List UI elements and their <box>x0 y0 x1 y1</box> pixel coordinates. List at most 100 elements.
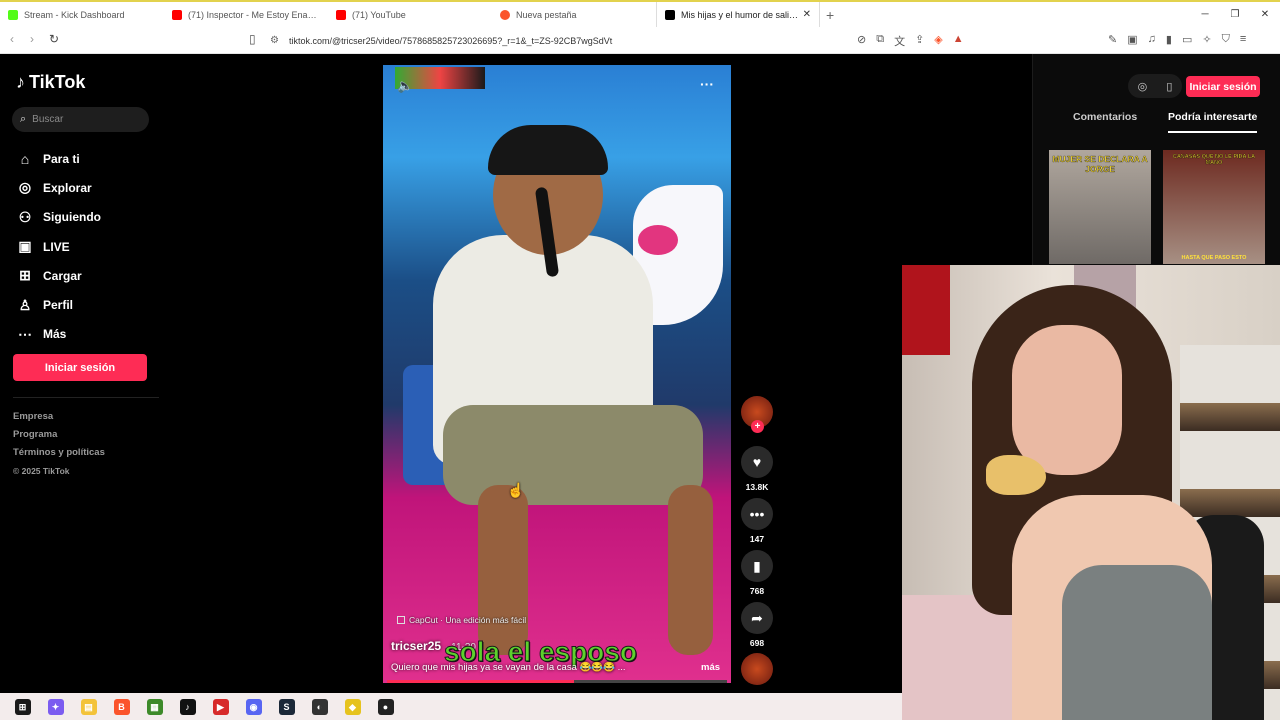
tab-title: (71) Inspector - Me Estoy Enamorando <box>188 9 320 20</box>
tiktok-note-icon: ♪ <box>16 72 25 92</box>
taskbar-app[interactable]: ◆ <box>336 693 369 720</box>
video-player[interactable] <box>383 65 731 683</box>
minecraft-icon: ▦ <box>146 698 163 715</box>
more-options-icon[interactable]: ··· <box>700 76 714 92</box>
save-button[interactable]: ▮ 768 <box>741 550 773 596</box>
sidebar-icon[interactable]: ▮ <box>1166 33 1172 46</box>
tab-comentarios[interactable]: Comentarios <box>1073 111 1137 123</box>
app-red-icon: ▶ <box>212 698 229 715</box>
video-progress-bar[interactable] <box>387 680 727 683</box>
minimize-icon[interactable]: ─ <box>1190 2 1220 27</box>
tiktok-logo[interactable]: ♪ TikTok <box>16 72 85 93</box>
sidebar-item-live[interactable]: ▣ LIVE <box>16 232 156 261</box>
wallet-icon[interactable]: ▭ <box>1182 33 1192 46</box>
extensions-icon[interactable]: ✎ <box>1108 33 1117 46</box>
taskbar-app[interactable]: ● <box>369 693 402 720</box>
browser-tab[interactable]: Nueva pestaña <box>492 2 656 27</box>
search-icon: ⌕ <box>20 113 27 125</box>
progress-fill <box>387 680 574 683</box>
login-button[interactable]: Iniciar sesión <box>13 354 147 381</box>
like-count: 13.8K <box>745 482 769 492</box>
more-icon: ⋯ <box>18 325 32 342</box>
restore-icon[interactable]: ❐ <box>1220 2 1250 27</box>
app-dark-icon: ◐ <box>311 698 328 715</box>
forward-icon[interactable]: › <box>30 32 34 46</box>
browser-tab[interactable]: (71) Inspector - Me Estoy Enamorando <box>164 2 328 27</box>
webcam-detail <box>1062 565 1212 720</box>
capcut-icon <box>397 616 405 624</box>
browser-tab-active[interactable]: Mis hijas y el humor de salir a ✕ <box>656 2 820 27</box>
share-icon[interactable]: ⇪ <box>915 33 924 49</box>
logo-text: TikTok <box>29 72 86 92</box>
browser-tab[interactable]: Stream - Kick Dashboard <box>0 2 164 27</box>
leo-ai-icon[interactable]: ✧ <box>1202 33 1211 46</box>
taskbar-app[interactable]: S <box>270 693 303 720</box>
footer-link-empresa[interactable]: Empresa <box>13 408 105 426</box>
obs-icon: ● <box>377 698 394 715</box>
taskbar-app[interactable]: ✦ <box>39 693 72 720</box>
sidebar-item-siguiendo[interactable]: ⚇ Siguiendo <box>16 203 156 232</box>
taskbar-app[interactable]: ▶ <box>204 693 237 720</box>
capcut-tag[interactable]: CapCut · Una edición más fácil <box>397 615 526 625</box>
volume-icon[interactable]: 🔈 <box>397 78 413 94</box>
recommended-video-thumbnail[interactable]: MUJER SE DECLARA A JORGE <box>1049 150 1151 264</box>
sidebar-item-para-ti[interactable]: ⌂ Para ti <box>16 144 156 173</box>
taskbar-app[interactable]: ♪ <box>171 693 204 720</box>
sidebar-item-label: LIVE <box>43 239 70 254</box>
follow-plus-icon[interactable]: + <box>751 420 764 433</box>
media-icon[interactable]: ♫ <box>1148 33 1156 46</box>
new-tab-icon[interactable]: + <box>826 7 834 23</box>
webcam-overlay <box>902 265 1280 720</box>
reader-icon[interactable]: ⊘ <box>857 33 866 49</box>
discord-icon: ◉ <box>245 698 262 715</box>
sidebar-item-cargar[interactable]: ⊞ Cargar <box>16 261 156 290</box>
vpn-icon[interactable]: ⛉ <box>1222 33 1230 46</box>
music-disc-avatar[interactable] <box>741 653 773 685</box>
login-button-top[interactable]: Iniciar sesión <box>1186 76 1260 97</box>
site-info-icon[interactable]: ⚙ <box>270 35 279 46</box>
explore-icon[interactable]: ◎ <box>1138 80 1148 93</box>
taskbar-app[interactable]: ▦ <box>138 693 171 720</box>
sidebar-item-perfil[interactable]: ♙ Perfil <box>16 290 156 319</box>
bookmark-icon[interactable]: ▯ <box>249 32 256 46</box>
youtube-favicon <box>336 9 346 20</box>
close-tab-icon[interactable]: ✕ <box>803 9 811 20</box>
sidebar-item-explorar[interactable]: ◎ Explorar <box>16 173 156 202</box>
taskbar-app[interactable]: ◐ <box>303 693 336 720</box>
browser-tab[interactable]: (71) YouTube <box>328 2 492 27</box>
translate-icon[interactable]: 文 <box>894 33 905 49</box>
search-input[interactable]: ⌕ Buscar <box>12 107 149 132</box>
brave-rewards-icon[interactable]: ▲ <box>953 33 964 49</box>
taskbar-app[interactable]: ▤ <box>72 693 105 720</box>
footer-link-terminos[interactable]: Términos y políticas <box>13 444 105 462</box>
close-window-icon[interactable]: ✕ <box>1250 2 1280 27</box>
windows-start-icon: ⊞ <box>14 698 31 715</box>
kick-favicon <box>8 9 18 20</box>
open-external-icon[interactable]: ⧉ <box>876 33 884 49</box>
taskbar-app[interactable]: ◉ <box>237 693 270 720</box>
like-button[interactable]: ♥ 13.8K <box>741 446 773 492</box>
sidebar-footer: Empresa Programa Términos y políticas © … <box>13 408 105 480</box>
tab-title: Stream - Kick Dashboard <box>24 9 125 20</box>
window-controls: ─ ❐ ✕ <box>1190 2 1280 27</box>
tab-podria-interesarte[interactable]: Podría interesarte <box>1168 111 1258 133</box>
screenshot-icon[interactable]: ▣ <box>1127 33 1137 46</box>
sidebar-item-label: Siguiendo <box>43 210 101 225</box>
taskbar-app[interactable]: B <box>105 693 138 720</box>
home-icon: ⌂ <box>20 150 30 167</box>
recommended-video-thumbnail[interactable]: CANASAS QUE NO LE PIDA LA MANO HASTA QUE … <box>1163 150 1265 264</box>
taskbar-app[interactable]: ⊞ <box>6 693 39 720</box>
video-frame-detail <box>443 405 703 505</box>
reload-icon[interactable]: ↻ <box>49 32 59 46</box>
brave-shield-icon[interactable]: ◈ <box>934 33 942 49</box>
comment-button[interactable]: ••• 147 <box>741 498 773 544</box>
divider <box>13 397 159 398</box>
footer-link-programa[interactable]: Programa <box>13 426 105 444</box>
back-icon[interactable]: ‹ <box>10 32 14 46</box>
device-icon[interactable]: ▯ <box>1166 80 1172 93</box>
share-button[interactable]: ➦ 698 <box>741 602 773 648</box>
menu-icon[interactable]: ≡ <box>1240 33 1246 46</box>
more-link[interactable]: más <box>701 662 720 673</box>
sidebar-item-mas[interactable]: ⋯ Más <box>16 320 156 349</box>
thumbnail-caption: MUJER SE DECLARA A JORGE <box>1052 154 1148 174</box>
